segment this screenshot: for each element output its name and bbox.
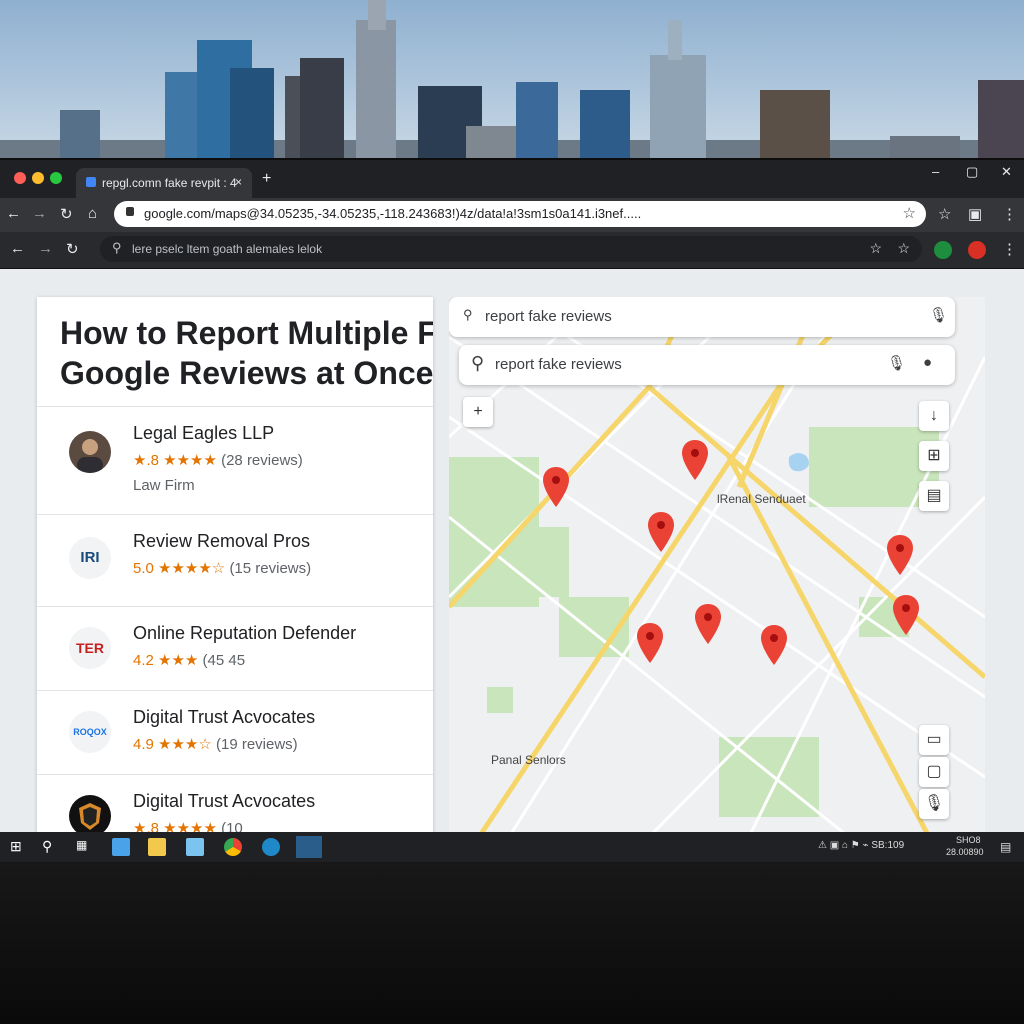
search-icon: ⚲ <box>471 353 485 373</box>
store-icon[interactable] <box>186 838 204 856</box>
map-place-label: lRenal Senduaet <box>717 492 806 506</box>
address-url: google.com/maps@34.05235,-34.05235,-118.… <box>144 206 642 221</box>
address-bar[interactable]: google.com/maps@34.05235,-34.05235,-118.… <box>114 201 926 227</box>
browser-tab[interactable]: repgl.comn fake revpit : 4 × <box>76 168 252 198</box>
bookmark-star-icon[interactable]: ☆ <box>897 240 910 257</box>
avatar <box>69 431 111 473</box>
map-place-label: Panal Senlors <box>491 753 566 767</box>
avatar: IRI <box>69 537 111 579</box>
microphone-icon[interactable]: 🎙 <box>929 306 948 324</box>
folder-icon[interactable] <box>148 838 166 856</box>
lock-icon <box>126 207 134 216</box>
rating: ★.8 ★★★★ (28 reviews) <box>133 452 303 469</box>
tab-close-icon[interactable]: × <box>235 175 242 189</box>
frame-icon[interactable]: ▢ <box>919 757 949 787</box>
avatar <box>69 795 111 837</box>
secondary-address-bar[interactable]: ⚲ lere pselc ltem goath alemales lelok ☆… <box>100 236 922 262</box>
avatar: TER <box>69 627 111 669</box>
page-title: How to Report Multiple Fake Google Revie… <box>60 315 433 391</box>
search-icon: ⚲ <box>112 240 122 255</box>
map-pin-icon[interactable] <box>887 535 913 575</box>
location-icon[interactable]: ● <box>923 354 932 371</box>
maximize-window-dot[interactable] <box>50 172 62 184</box>
results-panel: How to Report Multiple Fake Google Revie… <box>37 297 433 837</box>
file-explorer-icon[interactable] <box>112 838 130 856</box>
desk-background <box>0 862 1024 1024</box>
list-item[interactable]: IRI Review Removal Pros 5.0 ★★★★☆ (15 re… <box>37 514 433 607</box>
extension-red-icon[interactable] <box>968 241 986 259</box>
start-windows-icon[interactable]: ⊞ <box>10 838 28 856</box>
close-window-dot[interactable] <box>14 172 26 184</box>
forward-arrow-icon[interactable]: → <box>38 240 53 257</box>
forward-arrow-icon[interactable]: → <box>32 205 47 222</box>
tab-favicon-icon <box>86 177 96 187</box>
map-pin-icon[interactable] <box>761 625 787 665</box>
task-view-icon[interactable]: ▦ <box>76 838 94 856</box>
clock-date[interactable]: 28.00890 <box>946 847 984 857</box>
system-tray-icons[interactable]: ⚠ ▣ ⌂ ⚑ ⌁ SB:109 <box>818 840 904 851</box>
map-pin-icon[interactable] <box>543 467 569 507</box>
map-pin-icon[interactable] <box>637 623 663 663</box>
chrome-icon[interactable] <box>224 838 242 856</box>
menu-kebab-icon[interactable]: ⋮ <box>1002 240 1017 258</box>
download-icon[interactable]: ↓ <box>919 401 949 431</box>
transit-icon[interactable]: ▤ <box>919 481 949 511</box>
bookmark-star-icon[interactable]: ☆ <box>903 204 916 222</box>
search-text: report fake reviews <box>485 308 612 325</box>
new-tab-button[interactable]: + <box>262 170 271 188</box>
rating: 4.9 ★★★☆ (19 reviews) <box>133 736 298 753</box>
back-arrow-icon[interactable]: ← <box>10 240 25 257</box>
menu-kebab-icon[interactable]: ⋮ <box>1002 205 1017 223</box>
window-maximize-button[interactable]: ▢ <box>966 164 978 180</box>
business-name[interactable]: Legal Eagles LLP <box>133 423 274 444</box>
bookmark-star-icon[interactable]: ☆ <box>869 240 882 257</box>
window-minimize-button[interactable]: – <box>932 164 939 179</box>
extension-icon[interactable]: ▣ <box>968 205 982 223</box>
map-pin-icon[interactable] <box>893 595 919 635</box>
microphone-icon[interactable]: 🎙 <box>887 354 906 372</box>
rating: 4.2 ★★★ (45 45 <box>133 652 246 669</box>
map-search-box-top[interactable]: ⚲ report fake reviews 🎙 <box>449 297 955 337</box>
list-item[interactable]: TER Online Reputation Defender 4.2 ★★★ (… <box>37 606 433 691</box>
city-skyline-background <box>0 0 1024 162</box>
microphone-icon[interactable]: 🎙 <box>919 789 949 819</box>
bookmark-star-icon[interactable]: ☆ <box>938 205 951 223</box>
active-app-icon[interactable] <box>296 836 322 858</box>
card-icon[interactable]: ▭ <box>919 725 949 755</box>
home-icon[interactable]: ⌂ <box>88 205 97 222</box>
map-pin-icon[interactable] <box>682 440 708 480</box>
map-pin-icon[interactable] <box>648 512 674 552</box>
map-search-input[interactable]: ⚲ report fake reviews 🎙 ● <box>459 345 955 385</box>
tab-title: repgl.comn fake revpit : 4 <box>102 176 237 190</box>
extension-green-icon[interactable] <box>934 241 952 259</box>
business-name[interactable]: Review Removal Pros <box>133 531 310 552</box>
window-close-button[interactable]: ✕ <box>1001 164 1012 180</box>
minimize-window-dot[interactable] <box>32 172 44 184</box>
edge-icon[interactable] <box>262 838 280 856</box>
business-type: Law Firm <box>133 477 195 494</box>
business-name[interactable]: Online Reputation Defender <box>133 623 356 644</box>
list-item[interactable]: Digital Trust Acvocates ★.8 ★★★★ (10 <box>37 774 433 837</box>
notification-icon[interactable]: ▤ <box>1000 840 1011 854</box>
search-icon[interactable]: ⚲ <box>42 838 60 856</box>
map-pin-icon[interactable] <box>695 604 721 644</box>
clock-time[interactable]: SHO8 <box>956 835 981 845</box>
business-name[interactable]: Digital Trust Acvocates <box>133 707 315 728</box>
list-item[interactable]: ROQOX Digital Trust Acvocates 4.9 ★★★☆ (… <box>37 690 433 775</box>
rating: 5.0 ★★★★☆ (15 reviews) <box>133 560 312 577</box>
layers-icon[interactable]: ⊞ <box>919 441 949 471</box>
list-item[interactable]: Legal Eagles LLP ★.8 ★★★★ (28 reviews) L… <box>37 406 433 515</box>
reload-icon[interactable]: ↻ <box>60 205 73 223</box>
map-view[interactable]: ⚲ report fake reviews 🎙 ⚲ report fake re… <box>449 297 985 837</box>
zoom-in-button[interactable]: + <box>463 397 493 427</box>
avatar: ROQOX <box>69 711 111 753</box>
search-text: report fake reviews <box>495 356 622 373</box>
search-icon: ⚲ <box>463 307 473 322</box>
secondary-address-text: lere pselc ltem goath alemales lelok <box>132 242 323 256</box>
business-name[interactable]: Digital Trust Acvocates <box>133 791 315 812</box>
reload-icon[interactable]: ↻ <box>66 240 79 258</box>
back-arrow-icon[interactable]: ← <box>6 205 21 222</box>
